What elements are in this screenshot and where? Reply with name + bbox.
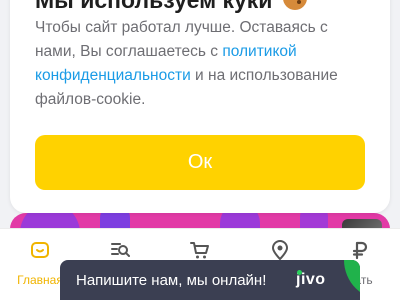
cookie-dialog-title: Мы используем куки [35, 0, 307, 14]
cookie-icon [282, 0, 307, 10]
cart-icon [190, 242, 209, 259]
cookie-consent-dialog: Мы используем куки Чтобы сайт работал лу… [10, 0, 390, 213]
chat-widget[interactable]: Напишите нам, мы онлайн! jivo [60, 260, 360, 300]
location-pin-icon [272, 240, 288, 260]
page: Мы используем куки Чтобы сайт работал лу… [0, 0, 400, 300]
catalog-search-icon [111, 243, 130, 257]
ruble-icon [352, 241, 368, 260]
cookie-dialog-text: Чтобы сайт работал лучше. Оставаясь с на… [35, 16, 355, 112]
cookie-title-text: Мы используем куки [35, 0, 273, 13]
cookie-ok-button[interactable]: Ок [35, 135, 365, 190]
home-icon [31, 242, 49, 258]
chat-status-indicator [344, 260, 360, 300]
chat-widget-text: Напишите нам, мы онлайн! [76, 272, 267, 289]
jivo-logo-dot [297, 270, 302, 275]
